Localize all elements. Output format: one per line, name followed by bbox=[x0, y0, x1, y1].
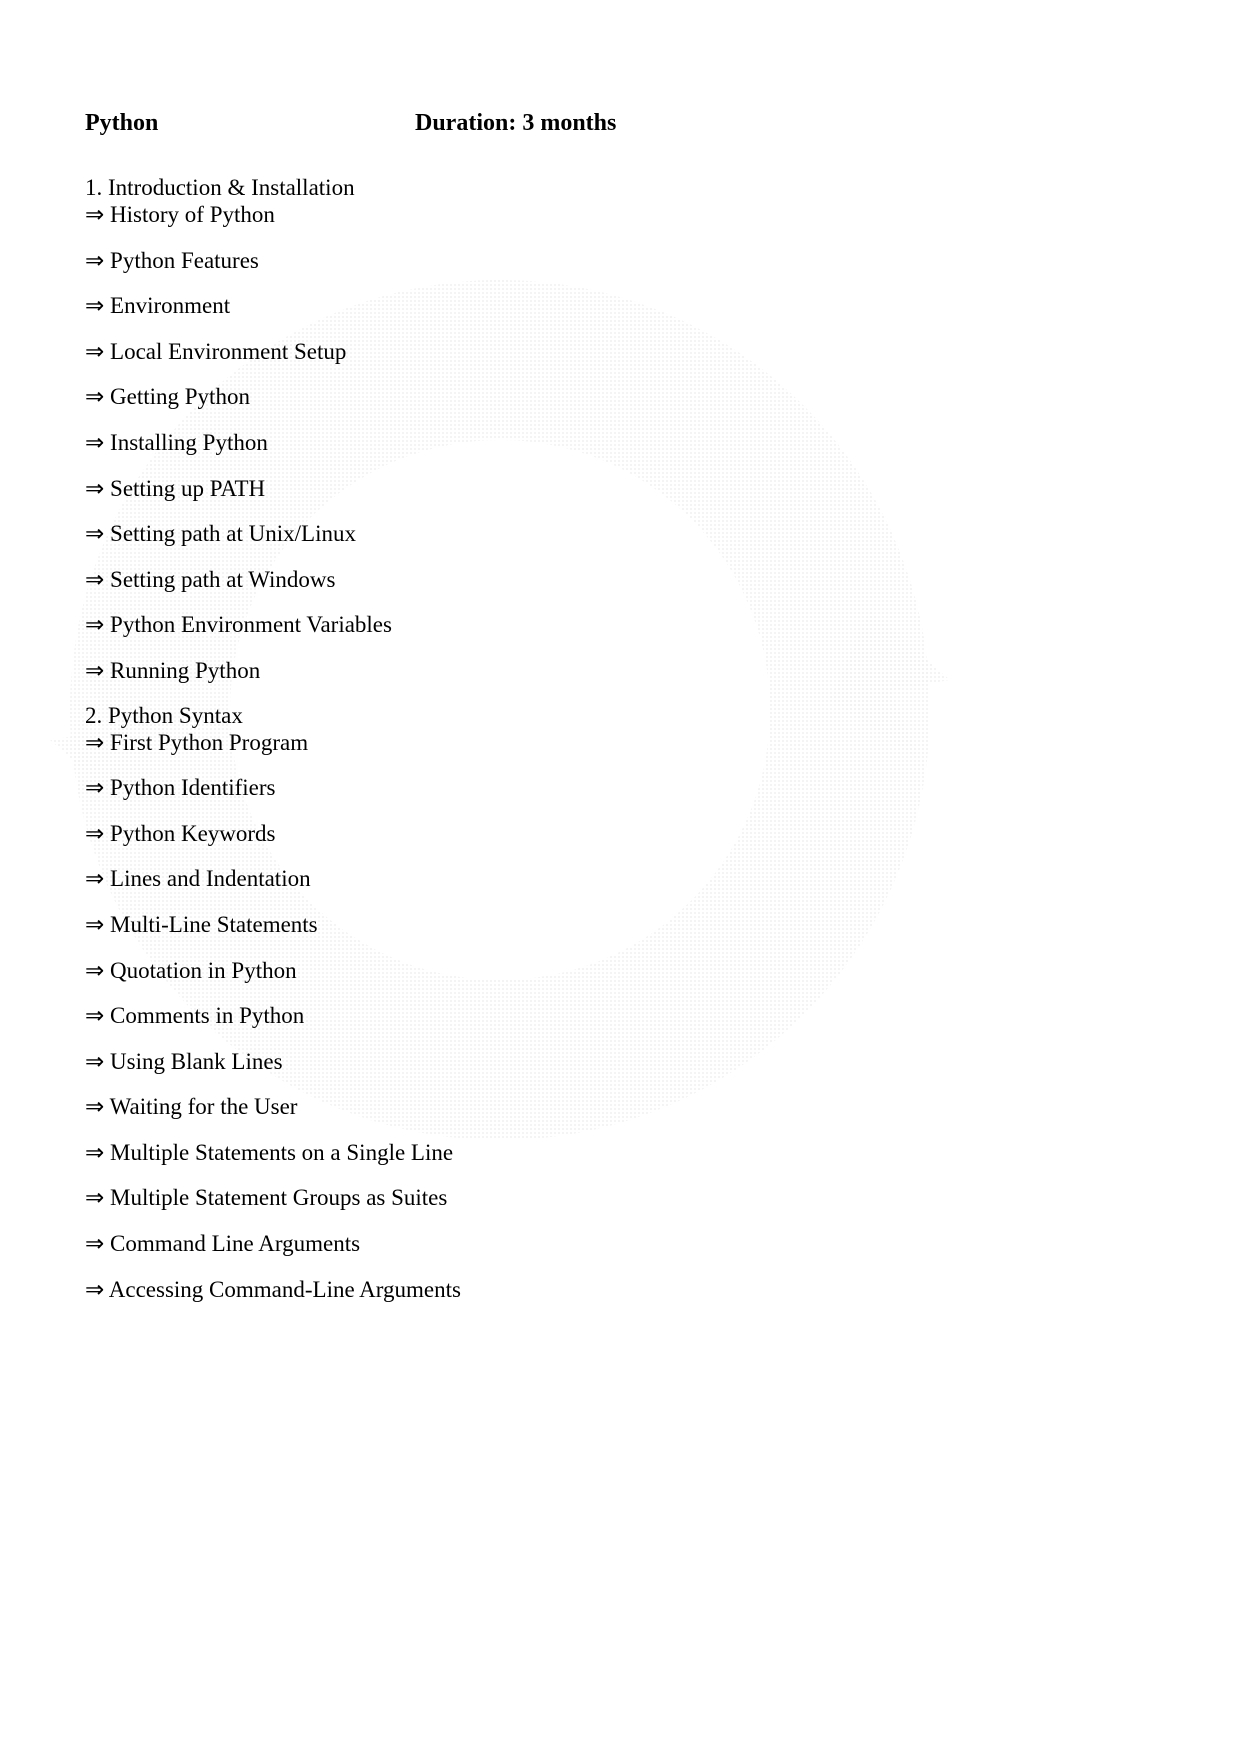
list-item: ⇒ History of Python bbox=[85, 201, 1157, 229]
list-item: ⇒ First Python Program bbox=[85, 729, 1157, 757]
header-row: Python Duration: 3 months bbox=[85, 110, 1157, 137]
section-2: 2. Python Syntax ⇒ First Python Program … bbox=[85, 703, 1157, 1304]
list-item: ⇒ Lines and Indentation bbox=[85, 865, 1157, 893]
page-content: Python Duration: 3 months 1. Introductio… bbox=[0, 0, 1242, 1303]
list-item: ⇒ Multiple Statement Groups as Suites bbox=[85, 1184, 1157, 1212]
list-item: ⇒ Python Keywords bbox=[85, 820, 1157, 848]
list-item: ⇒ Installing Python bbox=[85, 429, 1157, 457]
list-item: ⇒ Getting Python bbox=[85, 383, 1157, 411]
list-item: ⇒ Waiting for the User bbox=[85, 1093, 1157, 1121]
list-item: ⇒ Setting path at Unix/Linux bbox=[85, 520, 1157, 548]
list-item: ⇒ Quotation in Python bbox=[85, 957, 1157, 985]
list-item: ⇒ Python Features bbox=[85, 247, 1157, 275]
list-item: ⇒ Running Python bbox=[85, 657, 1157, 685]
list-item: ⇒ Multiple Statements on a Single Line bbox=[85, 1139, 1157, 1167]
list-item: ⇒ Multi-Line Statements bbox=[85, 911, 1157, 939]
list-item: ⇒ Python Environment Variables bbox=[85, 611, 1157, 639]
list-item: ⇒ Accessing Command-Line Arguments bbox=[85, 1276, 1157, 1304]
list-item: ⇒ Comments in Python bbox=[85, 1002, 1157, 1030]
course-duration: Duration: 3 months bbox=[415, 110, 616, 137]
section-1: 1. Introduction & Installation ⇒ History… bbox=[85, 175, 1157, 685]
section-1-title: 1. Introduction & Installation bbox=[85, 175, 1157, 201]
list-item: ⇒ Environment bbox=[85, 292, 1157, 320]
list-item: ⇒ Using Blank Lines bbox=[85, 1048, 1157, 1076]
list-item: ⇒ Command Line Arguments bbox=[85, 1230, 1157, 1258]
list-item: ⇒ Local Environment Setup bbox=[85, 338, 1157, 366]
section-2-title: 2. Python Syntax bbox=[85, 703, 1157, 729]
list-item: ⇒ Setting path at Windows bbox=[85, 566, 1157, 594]
course-title: Python bbox=[85, 110, 415, 137]
list-item: ⇒ Setting up PATH bbox=[85, 475, 1157, 503]
list-item: ⇒ Python Identifiers bbox=[85, 774, 1157, 802]
